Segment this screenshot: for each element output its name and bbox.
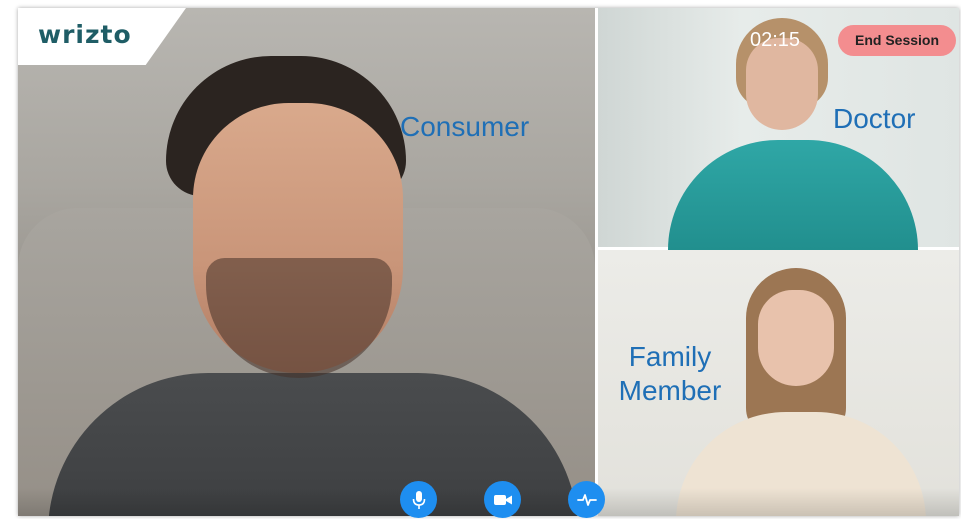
family-label-line1: Family	[628, 341, 712, 372]
vitals-button[interactable]	[568, 481, 605, 518]
toggle-video-button[interactable]	[484, 481, 521, 518]
family-label-line2: Member	[618, 375, 722, 406]
session-timer: 02:15	[750, 29, 801, 51]
vitals-pulse-icon	[576, 493, 597, 506]
mute-microphone-button[interactable]	[400, 481, 437, 518]
wrizto-logo: wrizto	[38, 20, 132, 49]
video-camera-icon	[493, 494, 512, 505]
video-call-stage	[18, 8, 959, 516]
consumer-label: Consumer	[400, 111, 530, 142]
microphone-icon	[412, 490, 425, 509]
end-session-button[interactable]: End Session	[838, 25, 956, 56]
family-member-label: Family Member	[608, 340, 732, 408]
consumer-video-tile	[18, 8, 595, 516]
doctor-label: Doctor	[833, 103, 916, 134]
